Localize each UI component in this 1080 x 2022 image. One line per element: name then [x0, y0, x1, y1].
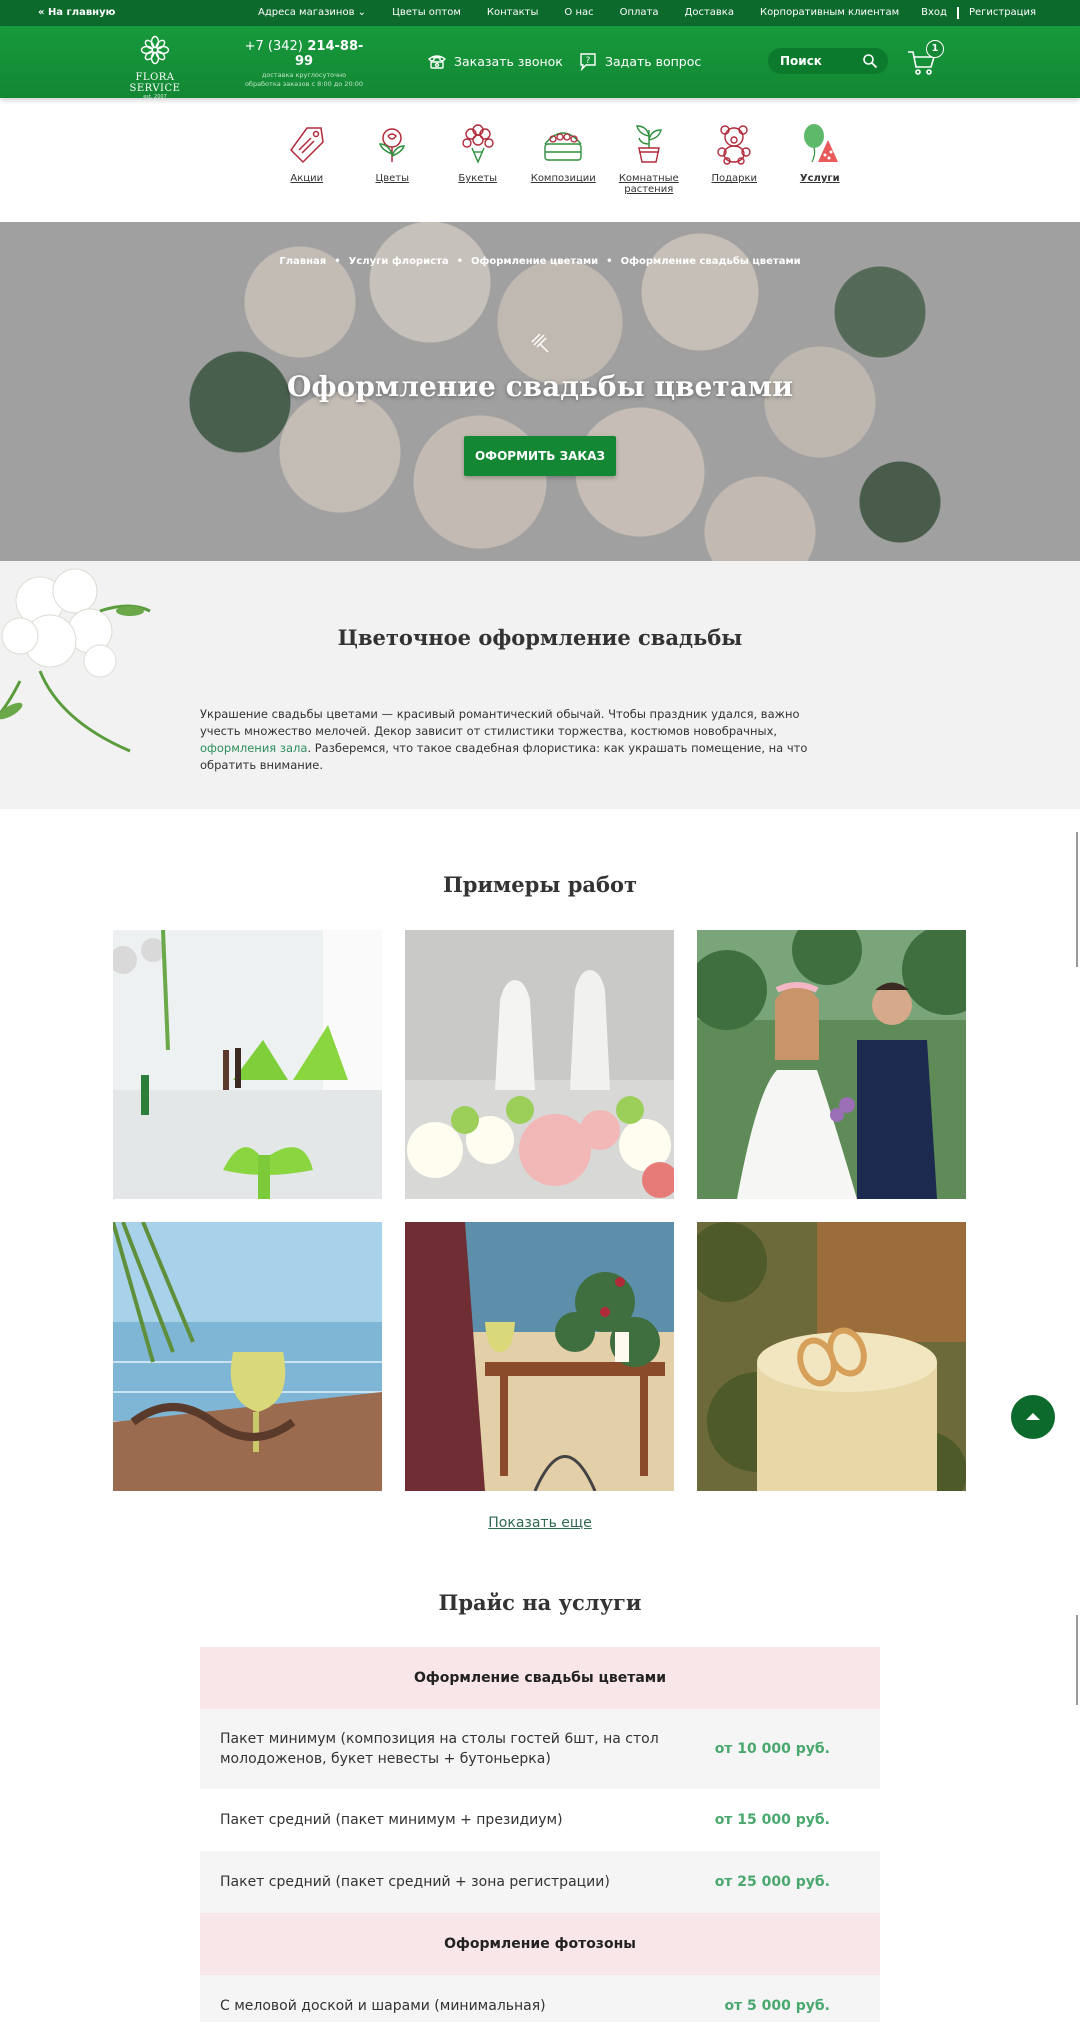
- balloon-icon: [803, 124, 838, 163]
- phone-hours: доставка круглосуточно обработка заказов …: [244, 71, 364, 88]
- scroll-to-top-button[interactable]: [1011, 1395, 1055, 1439]
- register-link[interactable]: Регистрация: [969, 7, 1036, 19]
- page-title: Оформление свадьбы цветами: [287, 370, 793, 403]
- basket-icon: [544, 132, 582, 161]
- category-bouquets[interactable]: Букеты: [435, 122, 521, 195]
- bouquet-icon: [462, 124, 494, 164]
- search-icon[interactable]: [862, 53, 878, 69]
- top-bar: « На главную Адреса магазинов ⌄ Цветы оп…: [0, 0, 1080, 26]
- gallery-photo[interactable]: [113, 1222, 382, 1491]
- price-row-cost: от 25 000 руб.: [714, 1874, 830, 1890]
- header: FLORA SERVICE est. 2007 +7 (342) 214-88-…: [0, 26, 1080, 100]
- teddy-bear-icon: [717, 125, 751, 165]
- intro-text: Украшение свадьбы цветами — красивый ром…: [200, 707, 808, 772]
- scrollbar[interactable]: [1076, 1615, 1078, 1705]
- breadcrumb-home[interactable]: Главная: [279, 256, 326, 267]
- price-row-cost: от 5 000 руб.: [724, 1998, 830, 2014]
- rose-icon: [379, 128, 406, 162]
- gallery-photo[interactable]: [697, 930, 966, 1199]
- logo-name: FLORA SERVICE: [129, 72, 181, 94]
- order-button[interactable]: ОФОРМИТЬ ЗАКАЗ: [464, 436, 616, 476]
- category-houseplants[interactable]: Комнатные растения: [606, 122, 692, 195]
- breadcrumb-flower-decor[interactable]: Оформление цветами: [471, 256, 598, 267]
- logo-est: est. 2007: [143, 94, 167, 100]
- breadcrumb: Главная • Услуги флориста • Оформление цвета…: [0, 256, 1080, 267]
- price-group-header: Оформление фотозоны: [200, 1913, 880, 1975]
- phone-block[interactable]: +7 (342) 214-88-99 доставка круглосуточн…: [242, 39, 366, 89]
- bouquet-icon: [531, 333, 549, 353]
- price-row-cost: от 10 000 руб.: [714, 1741, 830, 1757]
- price-table: Оформление свадьбы цветами Пакет минимум…: [200, 1647, 880, 2022]
- intro-title: Цветочное оформление свадьбы: [337, 625, 743, 650]
- gallery-photo[interactable]: [405, 930, 674, 1199]
- gallery-photo[interactable]: [113, 930, 382, 1199]
- gallery-photo[interactable]: [697, 1222, 966, 1491]
- cart-count-badge: 1: [926, 40, 944, 58]
- price-group-header: Оформление свадьбы цветами: [200, 1647, 880, 1709]
- scrollbar[interactable]: [1076, 832, 1078, 967]
- ask-question-button[interactable]: ? Задать вопрос: [578, 51, 701, 71]
- gallery-grid: [113, 930, 967, 1491]
- price-row-desc: Пакет средний (пакет минимум + президиум…: [220, 1812, 563, 1828]
- intro-section: Цветочное оформление свадьбы Украшение с…: [0, 561, 1080, 809]
- price-row: Пакет средний (пакет минимум + президиум…: [200, 1789, 880, 1851]
- price-title: Прайс на услуги: [438, 1590, 642, 1615]
- nav-corporate[interactable]: Корпоративным клиентам: [760, 7, 899, 18]
- nav-payment[interactable]: Оплата: [620, 7, 659, 18]
- price-row: С меловой доской и шарами (минимальная) …: [200, 1975, 880, 2022]
- flower-logo-icon: [140, 35, 170, 65]
- flower-decoration-image: [0, 568, 151, 753]
- hero-banner: Главная • Услуги флориста • Оформление цвета…: [0, 222, 1080, 561]
- phone-number[interactable]: +7 (342) 214-88-99: [242, 39, 366, 69]
- top-nav: Адреса магазинов ⌄ Цветы оптом Контакты …: [258, 7, 899, 18]
- potted-plant-icon: [635, 125, 662, 163]
- tag-icon: [289, 127, 324, 164]
- category-sales[interactable]: Акции: [264, 122, 350, 195]
- question-icon: ?: [580, 53, 596, 71]
- logo[interactable]: FLORA SERVICE est. 2007: [112, 34, 198, 100]
- nav-wholesale[interactable]: Цветы оптом: [392, 7, 461, 18]
- category-services[interactable]: Услуги: [777, 122, 863, 195]
- price-row-desc: Пакет минимум (композиция на столы госте…: [220, 1731, 659, 1767]
- auth-links: Вход Регистрация: [921, 7, 1036, 19]
- cart-button[interactable]: 1: [906, 40, 944, 78]
- price-row-desc: Пакет средний (пакет средний + зона реги…: [220, 1874, 610, 1890]
- breadcrumb-florist-services[interactable]: Услуги флориста: [349, 256, 449, 267]
- category-flowers[interactable]: Цветы: [350, 122, 436, 195]
- category-nav: Акции Цветы Букеты Композиции Комнатные …: [264, 122, 863, 195]
- svg-text:?: ?: [586, 56, 591, 66]
- breadcrumb-current: Оформление свадьбы цветами: [620, 256, 801, 267]
- chevron-down-icon: ⌄: [357, 7, 367, 18]
- breadcrumb-separator: •: [456, 256, 463, 267]
- breadcrumb-separator: •: [334, 256, 341, 267]
- price-row-desc: С меловой доской и шарами (минимальная): [220, 1998, 546, 2014]
- hall-decor-link[interactable]: оформления зала: [200, 741, 307, 755]
- login-link[interactable]: Вход: [921, 7, 947, 19]
- divider: [956, 7, 959, 19]
- phone-icon: [427, 55, 447, 69]
- price-row: Пакет средний (пакет средний + зона реги…: [200, 1851, 880, 1913]
- nav-delivery[interactable]: Доставка: [685, 7, 734, 18]
- home-link[interactable]: « На главную: [38, 7, 115, 18]
- callback-button[interactable]: Заказать звонок: [427, 51, 563, 71]
- breadcrumb-separator: •: [606, 256, 613, 267]
- show-more-link[interactable]: Показать еще: [0, 1515, 1080, 1531]
- chevron-up-icon: [1026, 1413, 1040, 1420]
- category-gifts[interactable]: Подарки: [692, 122, 778, 195]
- gallery-photo[interactable]: [405, 1222, 674, 1491]
- nav-contacts[interactable]: Контакты: [487, 7, 538, 18]
- gallery-title: Примеры работ: [442, 872, 638, 897]
- nav-about[interactable]: О нас: [564, 7, 593, 18]
- search-input[interactable]: Поиск: [768, 48, 888, 74]
- price-row: Пакет минимум (композиция на столы госте…: [200, 1709, 880, 1789]
- price-row-cost: от 15 000 руб.: [714, 1812, 830, 1828]
- nav-stores[interactable]: Адреса магазинов ⌄: [258, 7, 366, 18]
- category-compositions[interactable]: Композиции: [521, 122, 607, 195]
